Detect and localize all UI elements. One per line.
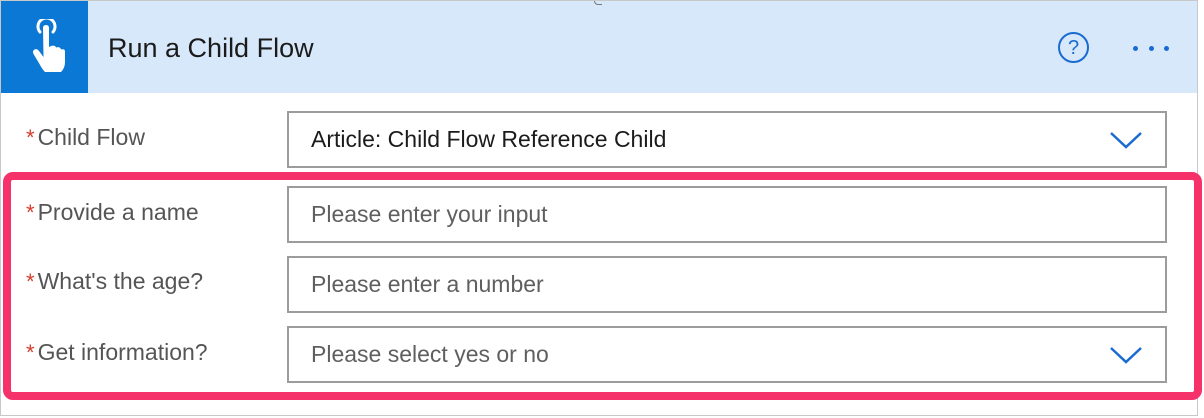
name-input[interactable]: Please enter your input	[287, 186, 1167, 243]
child-flow-dropdown[interactable]: Article: Child Flow Reference Child	[287, 111, 1167, 168]
more-options-icon	[1133, 45, 1138, 51]
more-options-dot	[1148, 45, 1154, 51]
chevron-down-icon[interactable]	[1109, 129, 1143, 151]
required-asterisk: *	[26, 200, 35, 225]
action-title: Run a Child Flow	[108, 33, 314, 63]
age-label: * What's the age?	[26, 267, 203, 296]
connector-notch	[594, 1, 602, 5]
card-header[interactable]: Run a Child Flow ?	[1, 1, 1197, 93]
name-placeholder: Please enter your input	[311, 201, 548, 227]
help-button[interactable]: ?	[1058, 32, 1089, 63]
child-flow-value: Article: Child Flow Reference Child	[311, 126, 667, 152]
age-placeholder: Please enter a number	[311, 271, 544, 297]
more-options-button[interactable]	[1127, 37, 1175, 59]
action-icon-tile	[1, 1, 88, 93]
touch-hand-icon	[32, 19, 65, 72]
child-flow-label: * Child Flow	[26, 123, 145, 152]
age-label-text: What's the age?	[37, 268, 204, 294]
help-circle-icon: ?	[1067, 36, 1080, 59]
info-dropdown[interactable]: Please select yes or no	[287, 326, 1167, 383]
child-flow-label-text: Child Flow	[37, 124, 145, 150]
age-input[interactable]: Please enter a number	[287, 256, 1167, 313]
info-label-text: Get information?	[37, 339, 208, 365]
required-asterisk: *	[26, 125, 35, 150]
chevron-down-icon[interactable]	[1109, 344, 1143, 366]
run-child-flow-card: Run a Child Flow ? * Child Flow Article: …	[0, 0, 1198, 416]
name-label: * Provide a name	[26, 198, 199, 227]
name-label-text: Provide a name	[37, 199, 199, 225]
required-asterisk: *	[26, 340, 35, 365]
more-options-dot	[1164, 45, 1169, 51]
info-placeholder: Please select yes or no	[311, 341, 549, 367]
required-asterisk: *	[26, 269, 35, 294]
info-label: * Get information?	[26, 338, 208, 367]
